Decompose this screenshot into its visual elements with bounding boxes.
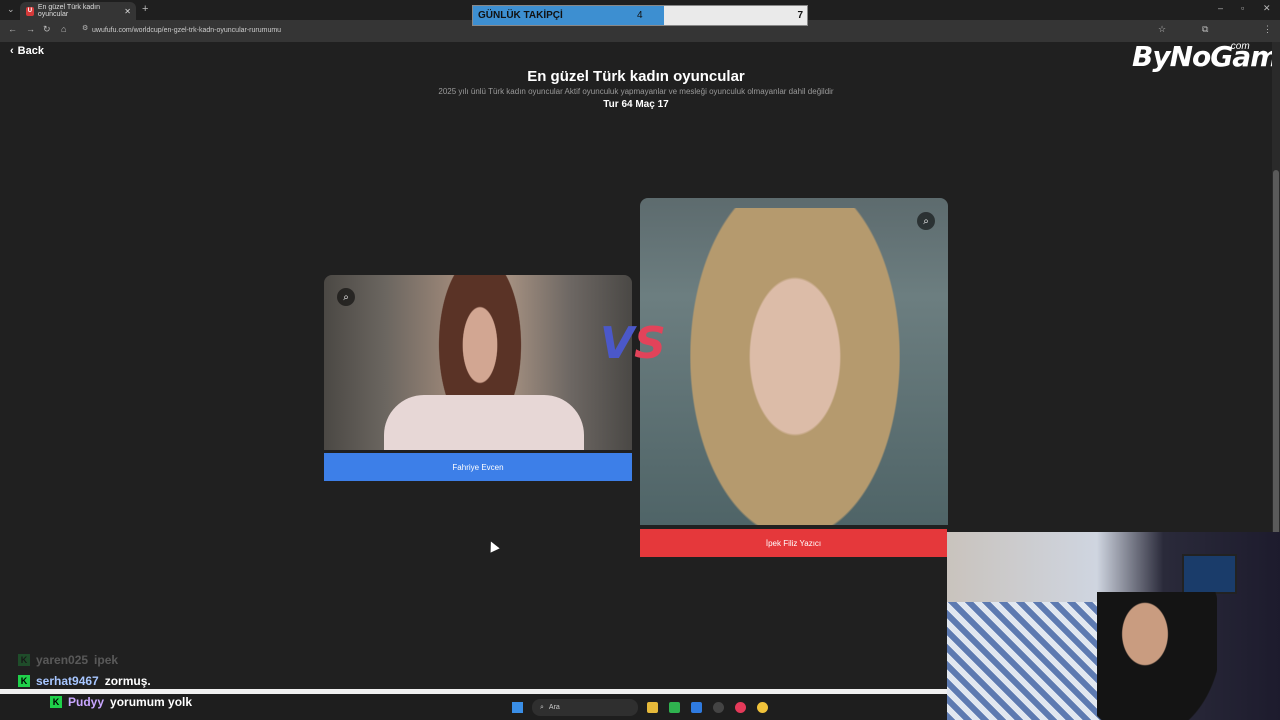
extensions-icon[interactable]: ⧉ [1202,24,1208,35]
follower-goal-widget: GÜNLÜK TAKİPÇİ 4 7 [472,5,808,26]
search-icon: ⌕ [540,703,544,711]
contestant-left-photo[interactable] [324,275,632,450]
portrait-clothing [384,395,584,450]
page-subtitle: 2025 yılı ünlü Türk kadın oyuncular Akti… [438,87,834,96]
app-icon[interactable] [691,702,702,713]
kick-badge-icon: K [50,696,62,708]
choose-right-button[interactable]: İpek Filiz Yazıcı [640,529,947,557]
webcam-feed [947,532,1280,720]
chat-text: yorumum yolk [110,695,193,709]
vs-v: V [600,318,635,369]
chat-message: K yaren025 ipek [18,653,118,667]
kick-badge-icon: K [18,654,30,666]
minimize-button[interactable]: – [1218,3,1223,13]
vs-s: S [634,318,666,369]
webcam-monitor [1182,554,1237,594]
chat-text: ipek [94,653,119,667]
tab-search-icon[interactable]: ⌄ [7,4,15,15]
follower-goal-label: GÜNLÜK TAKİPÇİ [478,10,563,21]
forward-nav-icon[interactable]: → [26,24,35,34]
close-tab-icon[interactable]: ✕ [124,7,131,16]
chat-text: zormuş. [104,674,151,688]
browser-tab[interactable]: U En güzel Türk kadın oyuncular ✕ [20,2,136,20]
zoom-right-icon[interactable]: ⌕ [917,212,935,230]
webcam-bed [947,602,1117,720]
file-explorer-icon[interactable] [647,702,658,713]
back-nav-icon[interactable]: ← [8,24,17,34]
home-icon[interactable]: ⌂ [61,24,66,34]
back-label: Back [17,45,44,57]
new-tab-button[interactable]: + [142,3,148,15]
site-info-icon[interactable]: ⚙ [82,24,88,32]
store-icon[interactable] [669,702,680,713]
chevron-left-icon: ‹ [10,45,14,57]
chrome-icon[interactable] [757,702,768,713]
page-title: En güzel Türk kadın oyuncular [527,68,745,85]
url-field[interactable]: uwufufu.com/worldcup/en-gzel-trk-kadn-oy… [92,24,1152,38]
taskbar-search-placeholder: Ara [548,704,560,711]
zoom-left-icon[interactable]: ⌕ [337,288,355,306]
contestant-right-photo[interactable] [640,198,948,525]
reload-icon[interactable]: ↻ [43,24,51,35]
mouse-cursor [486,539,500,553]
media-icon[interactable] [735,702,746,713]
favicon-icon: U [26,6,34,16]
vs-label: VS [600,318,666,369]
bynogame-logo-suffix: .com [1228,41,1250,52]
chat-username: yaren025 [36,653,89,667]
kick-badge-icon: K [18,675,30,687]
chat-username: Pudyy [68,695,105,709]
maximize-button[interactable]: ▫ [1241,3,1244,13]
follower-goal-target: 7 [797,10,803,21]
tab-title: En güzel Türk kadın oyuncular [37,4,100,18]
taskbar-search[interactable]: ⌕ Ara [532,699,638,716]
chat-username: serhat9467 [36,674,99,688]
scrollbar-thumb[interactable] [1273,170,1279,550]
follower-count: 4 [637,10,643,21]
windows-start-icon[interactable] [512,702,523,713]
menu-icon[interactable]: ⋮ [1263,24,1272,35]
portrait-figure [690,208,900,525]
chat-message: K serhat9467 zormuş. [18,674,151,688]
obs-icon[interactable] [713,702,724,713]
close-window-button[interactable]: ✕ [1263,3,1271,14]
bookmark-star-icon[interactable]: ☆ [1158,24,1166,35]
back-button[interactable]: ‹ Back [10,45,44,57]
webcam-streamer [1097,592,1217,720]
chat-message: K Pudyy yorumum yolk [50,695,192,709]
choose-left-button[interactable]: Fahriye Evcen [324,453,632,481]
round-indicator: Tur 64 Maç 17 [603,99,669,110]
